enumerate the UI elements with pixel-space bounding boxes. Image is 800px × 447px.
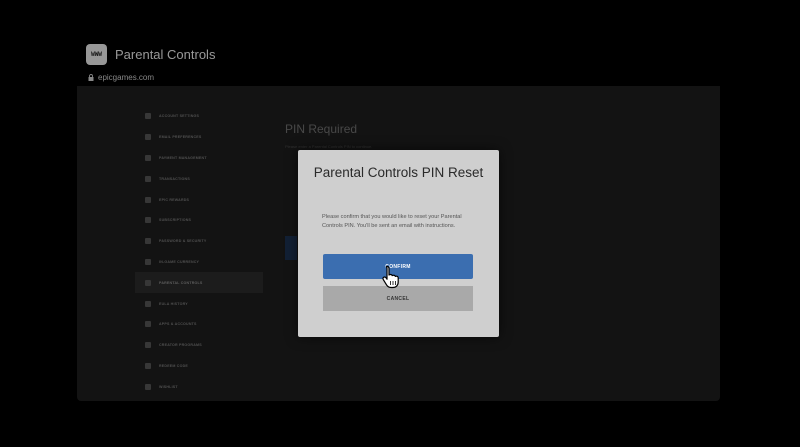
dialog-message: Please confirm that you would like to re…: [322, 214, 462, 229]
dialog-title: Parental Controls PIN Reset: [313, 165, 484, 180]
pin-reset-dialog: Parental Controls PIN Reset Please confi…: [298, 150, 499, 337]
hand-pointer-cursor-icon: [382, 265, 399, 289]
cancel-button[interactable]: CANCEL: [323, 286, 473, 311]
